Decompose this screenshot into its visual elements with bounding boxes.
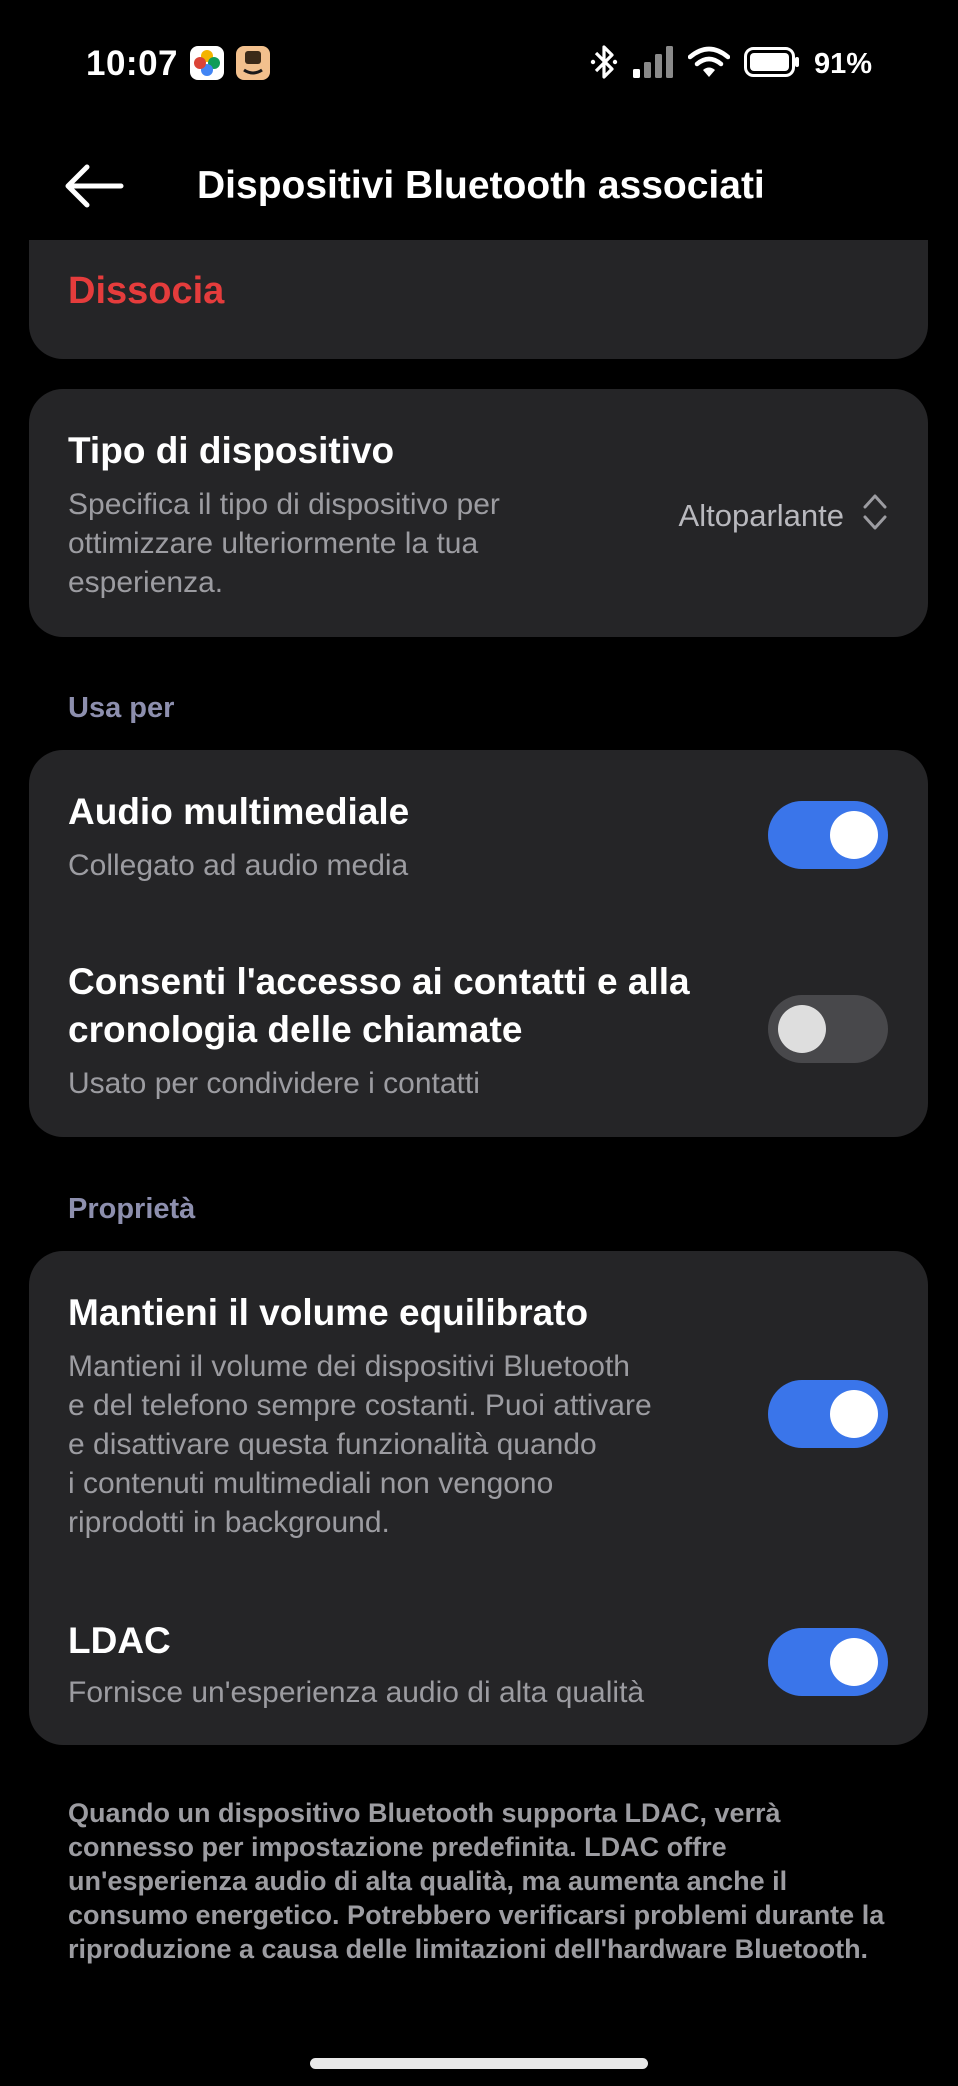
toggle-knob <box>830 811 878 859</box>
photos-app-icon <box>190 46 224 80</box>
ldac-title: LDAC <box>68 1620 171 1661</box>
use-for-card: Audio multimediale Collegato ad audio me… <box>29 750 928 1137</box>
chevron-up-down-icon <box>862 491 888 541</box>
arrow-left-icon <box>63 163 125 214</box>
ldac-subtitle: Fornisce un'esperienza audio di alta qua… <box>68 1676 645 1709</box>
media-audio-toggle[interactable] <box>768 801 888 869</box>
balanced-volume-subtitle-line: riprodotti in background. <box>68 1506 390 1539</box>
media-audio-subtitle: Collegato ad audio media <box>68 849 409 882</box>
status-bar: 10:07 91% <box>0 0 958 130</box>
contacts-access-title-line: Consenti l'accesso ai contatti e alla <box>68 961 690 1002</box>
contacts-access-subtitle: Usato per condividere i contatti <box>68 1067 480 1100</box>
contacts-access-title-line: cronologia delle chiamate <box>68 1009 523 1050</box>
back-button[interactable] <box>56 160 132 216</box>
ldac-footnote: Quando un dispositivo Bluetooth supporta… <box>68 1796 908 1966</box>
properties-card: Mantieni il volume equilibrato Mantieni … <box>29 1251 928 1745</box>
unpair-card[interactable]: Dissocia <box>29 240 928 359</box>
device-type-title: Tipo di dispositivo <box>68 430 395 471</box>
signal-icon <box>632 45 674 84</box>
toggle-knob <box>830 1638 878 1686</box>
ldac-toggle[interactable] <box>768 1628 888 1696</box>
balanced-volume-toggle[interactable] <box>768 1380 888 1448</box>
device-type-selector[interactable]: Altoparlante <box>679 491 888 541</box>
device-type-subtitle-line: ottimizzare ulteriormente la tua <box>68 527 479 560</box>
footnote-line: riproduzione a causa delle limitazioni d… <box>68 1934 869 1964</box>
section-header-properties: Proprietà <box>68 1193 196 1225</box>
footnote-line: consumo energetico. Potrebbero verificar… <box>68 1900 885 1930</box>
unpair-button[interactable]: Dissocia <box>68 270 224 313</box>
bluetooth-icon <box>590 44 618 85</box>
battery-icon <box>743 46 800 82</box>
balanced-volume-subtitle-line: i contenuti multimediali non vengono <box>68 1467 554 1500</box>
device-type-subtitle-line: esperienza. <box>68 566 224 599</box>
device-type-value: Altoparlante <box>678 498 844 533</box>
section-header-use-for: Usa per <box>68 692 175 724</box>
footnote-line: connesso per impostazione predefinita. L… <box>68 1832 727 1862</box>
toggle-knob <box>830 1390 878 1438</box>
battery-percent: 91% <box>813 47 872 80</box>
amazon-app-icon <box>236 46 270 80</box>
home-indicator[interactable] <box>310 2058 648 2069</box>
device-type-subtitle-line: Specifica il tipo di dispositivo per <box>68 488 500 521</box>
footnote-line: un'esperienza audio di alta qualità, ma … <box>68 1866 788 1896</box>
footnote-line: Quando un dispositivo Bluetooth supporta… <box>68 1798 781 1828</box>
balanced-volume-title: Mantieni il volume equilibrato <box>68 1292 589 1333</box>
contacts-access-toggle[interactable] <box>768 995 888 1063</box>
page-header: Dispositivi Bluetooth associati <box>0 140 958 236</box>
balanced-volume-subtitle-line: Mantieni il volume dei dispositivi Bluet… <box>68 1350 630 1383</box>
page-title: Dispositivi Bluetooth associati <box>197 164 765 207</box>
status-time: 10:07 <box>86 44 179 83</box>
status-icons: 91% <box>590 44 872 84</box>
wifi-icon <box>687 45 731 84</box>
balanced-volume-subtitle-line: e del telefono sempre costanti. Puoi att… <box>68 1389 652 1422</box>
device-type-row[interactable]: Tipo di dispositivo Specifica il tipo di… <box>29 389 928 637</box>
toggle-knob <box>778 1005 826 1053</box>
balanced-volume-subtitle-line: e disattivare questa funzionalità quando <box>68 1428 597 1461</box>
media-audio-title: Audio multimediale <box>68 791 410 832</box>
